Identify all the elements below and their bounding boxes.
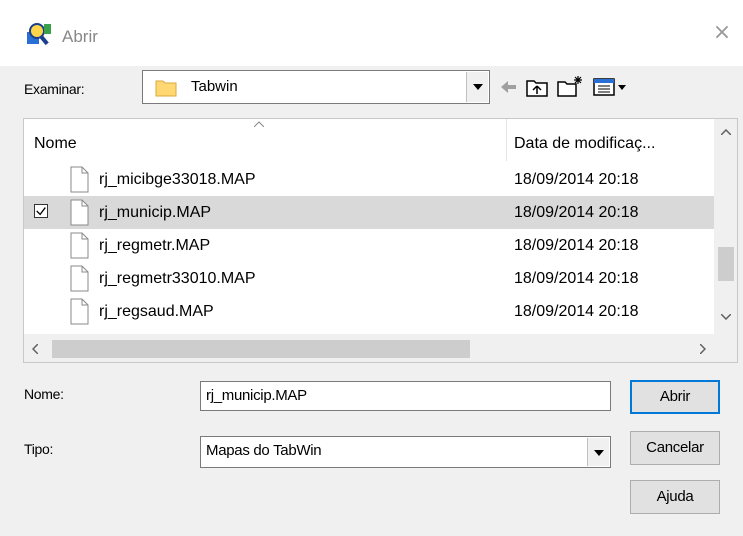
horizontal-scroll-thumb[interactable] <box>52 340 470 358</box>
list-item-selected[interactable]: rj_municip.MAP 18/09/2014 20:18 <box>24 196 714 229</box>
lookin-label: Examinar: <box>24 81 85 97</box>
file-icon <box>70 199 89 226</box>
checkbox-checked-icon[interactable] <box>34 204 48 218</box>
name-label: Nome: <box>24 386 64 402</box>
scroll-right-icon[interactable] <box>700 344 706 354</box>
lookin-value: Tabwin <box>191 78 238 95</box>
file-icon <box>70 265 89 292</box>
file-name: rj_regsaud.MAP <box>99 303 214 320</box>
app-search-icon <box>27 23 51 46</box>
open-button[interactable]: Abrir <box>630 380 720 414</box>
view-menu-icon[interactable] <box>592 74 632 100</box>
cancel-button[interactable]: Cancelar <box>630 431 720 465</box>
filename-value: rj_municip.MAP <box>206 387 307 404</box>
file-icon <box>70 298 89 325</box>
horizontal-scrollbar[interactable] <box>24 334 714 362</box>
sort-ascending-icon <box>254 121 264 127</box>
list-item[interactable]: rj_micibge33018.MAP 18/09/2014 20:18 <box>24 163 714 196</box>
list-header: Nome Data de modificaç... <box>24 119 714 161</box>
file-date: 18/09/2014 20:18 <box>514 204 639 221</box>
list-item[interactable]: rj_regsaud.MAP 18/09/2014 20:18 <box>24 295 714 328</box>
file-date: 18/09/2014 20:18 <box>514 171 639 188</box>
file-date: 18/09/2014 20:18 <box>514 270 639 287</box>
column-header-date[interactable]: Data de modificaç... <box>514 135 655 153</box>
scroll-left-icon[interactable] <box>32 344 38 354</box>
list-item[interactable]: rj_regmetr.MAP 18/09/2014 20:18 <box>24 229 714 262</box>
file-name: rj_municip.MAP <box>99 204 212 221</box>
column-header-name[interactable]: Nome <box>34 135 77 153</box>
open-dialog: Abrir × Examinar: Tabwin Nome Data de mo… <box>0 0 743 536</box>
scroll-down-icon[interactable] <box>721 314 731 320</box>
type-label: Tipo: <box>24 441 54 457</box>
filename-input[interactable]: rj_municip.MAP <box>200 381 611 411</box>
back-arrow-icon[interactable] <box>497 74 519 100</box>
filetype-value: Mapas do TabWin <box>206 442 322 459</box>
chevron-down-icon[interactable] <box>587 438 609 466</box>
lookin-combobox[interactable]: Tabwin <box>142 70 490 104</box>
folder-icon <box>155 80 177 97</box>
file-date: 18/09/2014 20:18 <box>514 303 639 320</box>
filetype-select[interactable]: Mapas do TabWin <box>200 436 611 468</box>
scroll-up-icon[interactable] <box>721 129 731 135</box>
scrollbar-corner <box>714 334 737 362</box>
vertical-scroll-thumb[interactable] <box>718 247 734 281</box>
title-bar[interactable]: Abrir × <box>0 0 743 66</box>
close-icon[interactable]: × <box>707 18 737 48</box>
file-list[interactable]: Nome Data de modificaç... rj_micibge3301… <box>23 118 738 363</box>
file-name: rj_regmetr.MAP <box>99 237 211 254</box>
vertical-scrollbar[interactable] <box>714 119 737 362</box>
chevron-down-icon[interactable] <box>466 72 488 102</box>
help-button[interactable]: Ajuda <box>630 480 720 514</box>
window-title: Abrir <box>62 27 98 46</box>
file-date: 18/09/2014 20:18 <box>514 237 639 254</box>
new-folder-icon[interactable] <box>556 74 586 100</box>
file-icon <box>70 166 89 193</box>
file-icon <box>70 232 89 259</box>
list-item[interactable]: rj_regmetr33010.MAP 18/09/2014 20:18 <box>24 262 714 295</box>
up-folder-icon[interactable] <box>524 74 550 100</box>
column-separator[interactable] <box>506 119 507 161</box>
file-name: rj_micibge33018.MAP <box>99 171 256 188</box>
file-name: rj_regmetr33010.MAP <box>99 270 256 287</box>
